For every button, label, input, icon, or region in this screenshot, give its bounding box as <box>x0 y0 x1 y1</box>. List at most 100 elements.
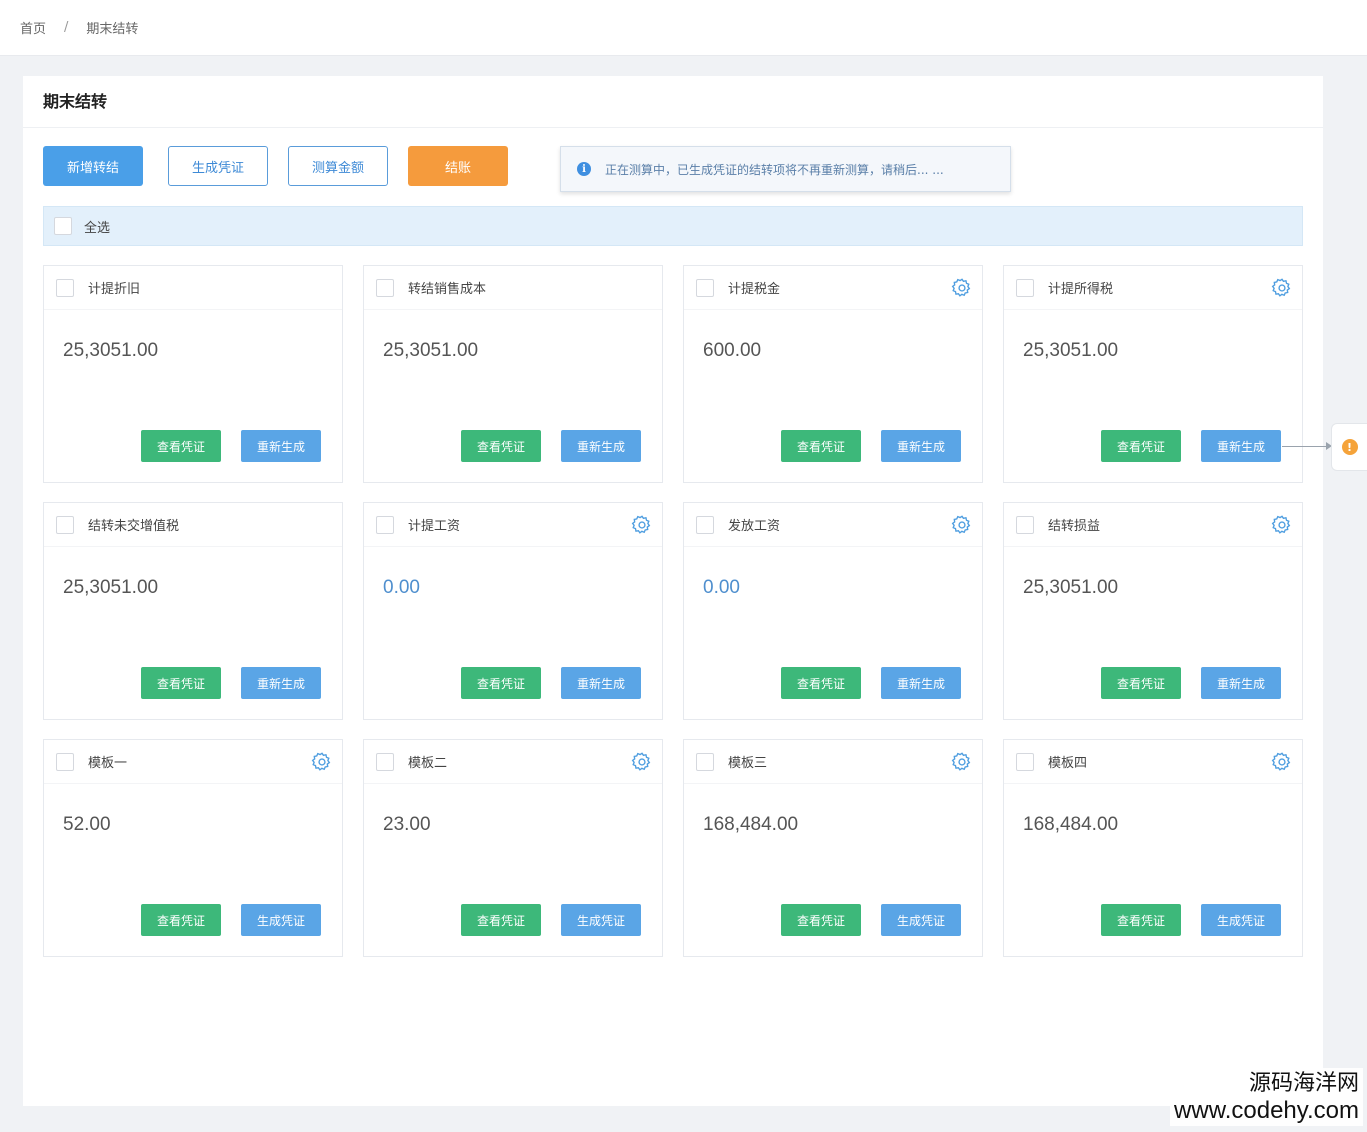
card-header: 计提税金 <box>684 266 982 310</box>
close-account-button[interactable]: 结账 <box>408 146 508 186</box>
regenerate-button[interactable]: 重新生成 <box>1201 667 1281 699</box>
select-all-bar: 全选 <box>43 206 1303 246</box>
regenerate-button[interactable]: 重新生成 <box>881 430 961 462</box>
view-voucher-button[interactable]: 查看凭证 <box>1101 667 1181 699</box>
card-amount: 25,3051.00 <box>1023 340 1119 361</box>
transfer-card: 计提税金 600.00 查看凭证 重新生成 <box>683 265 983 483</box>
card-checkbox[interactable] <box>696 515 714 534</box>
card-header: 计提所得税 <box>1004 266 1302 310</box>
transfer-card: 结转未交增值税 25,3051.00 查看凭证 重新生成 <box>43 502 343 720</box>
settings-gear-icon[interactable] <box>1271 277 1293 299</box>
transfer-card: 计提所得税 25,3051.00 查看凭证 重新生成 <box>1003 265 1303 483</box>
card-amount: 600.00 <box>703 340 762 361</box>
select-all-checkbox[interactable] <box>54 217 72 235</box>
card-checkbox[interactable] <box>696 752 714 771</box>
card-checkbox[interactable] <box>376 515 394 534</box>
card-amount: 168,484.00 <box>703 814 799 835</box>
settings-gear-icon[interactable] <box>631 514 653 536</box>
card-header: 结转未交增值税 <box>44 503 342 547</box>
settings-gear-icon[interactable] <box>311 751 333 773</box>
generate-voucher-button[interactable]: 生成凭证 <box>168 146 268 186</box>
watermark: 源码海洋网 www.codehy.com <box>1170 1068 1363 1126</box>
settings-gear-icon[interactable] <box>631 751 653 773</box>
card-amount: 0.00 <box>383 577 420 598</box>
transfer-card: 模板二 23.00 查看凭证 生成凭证 <box>363 739 663 957</box>
watermark-url: www.codehy.com <box>1174 1097 1359 1124</box>
card-title: 转结销售成本 <box>408 282 487 297</box>
card-checkbox[interactable] <box>56 515 74 534</box>
regenerate-button[interactable]: 重新生成 <box>881 667 961 699</box>
card-amount: 25,3051.00 <box>63 340 159 361</box>
calculating-notice: i 正在测算中，已生成凭证的结转项将不再重新测算，请稍后... ... <box>560 146 1011 192</box>
notice-text: 正在测算中，已生成凭证的结转项将不再重新测算，请稍后... ... <box>605 162 944 177</box>
card-checkbox[interactable] <box>376 752 394 771</box>
card-checkbox[interactable] <box>56 752 74 771</box>
view-voucher-button[interactable]: 查看凭证 <box>1101 430 1181 462</box>
view-voucher-button[interactable]: 查看凭证 <box>141 430 221 462</box>
card-title: 模板四 <box>1048 756 1088 771</box>
view-voucher-button[interactable]: 查看凭证 <box>461 667 541 699</box>
card-title: 计提所得税 <box>1048 282 1114 297</box>
card-amount: 168,484.00 <box>1023 814 1119 835</box>
generate-voucher-card-button[interactable]: 生成凭证 <box>561 904 641 936</box>
connector-arrow <box>1282 442 1332 450</box>
generate-voucher-card-button[interactable]: 生成凭证 <box>1201 904 1281 936</box>
card-title: 结转损益 <box>1048 519 1101 534</box>
transfer-card: 计提工资 0.00 查看凭证 重新生成 <box>363 502 663 720</box>
transfer-card: 转结销售成本 25,3051.00 查看凭证 重新生成 <box>363 265 663 483</box>
card-checkbox[interactable] <box>1016 752 1034 771</box>
settings-gear-icon[interactable] <box>951 277 973 299</box>
settings-gear-icon[interactable] <box>1271 751 1293 773</box>
view-voucher-button[interactable]: 查看凭证 <box>461 904 541 936</box>
card-title: 发放工资 <box>728 519 781 534</box>
generate-voucher-card-button[interactable]: 生成凭证 <box>241 904 321 936</box>
regenerate-button[interactable]: 重新生成 <box>241 430 321 462</box>
regenerate-button[interactable]: 重新生成 <box>561 667 641 699</box>
card-checkbox[interactable] <box>376 278 394 297</box>
settings-gear-icon[interactable] <box>1271 514 1293 536</box>
regenerate-button[interactable]: 重新生成 <box>1201 430 1281 462</box>
card-header: 发放工资 <box>684 503 982 547</box>
toolbar: 新增转结 生成凭证 测算金额 结账 i 正在测算中，已生成凭证的结转项将不再重新… <box>43 146 1303 192</box>
card-header: 模板一 <box>44 740 342 784</box>
view-voucher-button[interactable]: 查看凭证 <box>1101 904 1181 936</box>
card-header: 计提折旧 <box>44 266 342 310</box>
card-title: 计提工资 <box>408 519 461 534</box>
breadcrumb-current: 期末结转 <box>86 22 139 37</box>
breadcrumb-home[interactable]: 首页 <box>20 18 46 37</box>
card-checkbox[interactable] <box>1016 278 1034 297</box>
info-icon: i <box>577 162 591 176</box>
card-checkbox[interactable] <box>56 278 74 297</box>
settings-gear-icon[interactable] <box>951 751 973 773</box>
calculate-amount-button[interactable]: 测算金额 <box>288 146 388 186</box>
generate-voucher-card-button[interactable]: 生成凭证 <box>881 904 961 936</box>
settings-gear-icon[interactable] <box>951 514 973 536</box>
view-voucher-button[interactable]: 查看凭证 <box>781 667 861 699</box>
transfer-card: 模板四 168,484.00 查看凭证 生成凭证 <box>1003 739 1303 957</box>
card-checkbox[interactable] <box>696 278 714 297</box>
card-amount: 25,3051.00 <box>383 340 479 361</box>
view-voucher-button[interactable]: 查看凭证 <box>781 430 861 462</box>
card-title: 结转未交增值税 <box>88 519 180 534</box>
view-voucher-button[interactable]: 查看凭证 <box>141 904 221 936</box>
warning-icon: ! <box>1341 439 1358 455</box>
add-transfer-button[interactable]: 新增转结 <box>43 146 143 186</box>
view-voucher-button[interactable]: 查看凭证 <box>461 430 541 462</box>
card-header: 计提工资 <box>364 503 662 547</box>
period-end-panel: 期末结转 新增转结 生成凭证 测算金额 结账 i 正在测算中，已生成凭证的结转项… <box>23 76 1323 1106</box>
view-voucher-button[interactable]: 查看凭证 <box>141 667 221 699</box>
card-header: 模板三 <box>684 740 982 784</box>
card-header: 模板四 <box>1004 740 1302 784</box>
card-amount: 25,3051.00 <box>63 577 159 598</box>
view-voucher-button[interactable]: 查看凭证 <box>781 904 861 936</box>
card-checkbox[interactable] <box>1016 515 1034 534</box>
card-header: 转结销售成本 <box>364 266 662 310</box>
regenerate-button[interactable]: 重新生成 <box>241 667 321 699</box>
regenerate-button[interactable]: 重新生成 <box>561 430 641 462</box>
side-alert-tab[interactable]: ! <box>1331 423 1367 471</box>
watermark-name: 源码海洋网 <box>1248 1071 1359 1096</box>
transfer-card: 模板三 168,484.00 查看凭证 生成凭证 <box>683 739 983 957</box>
select-all-label: 全选 <box>84 220 111 236</box>
card-amount: 25,3051.00 <box>1023 577 1119 598</box>
breadcrumb-separator: / <box>64 20 69 35</box>
